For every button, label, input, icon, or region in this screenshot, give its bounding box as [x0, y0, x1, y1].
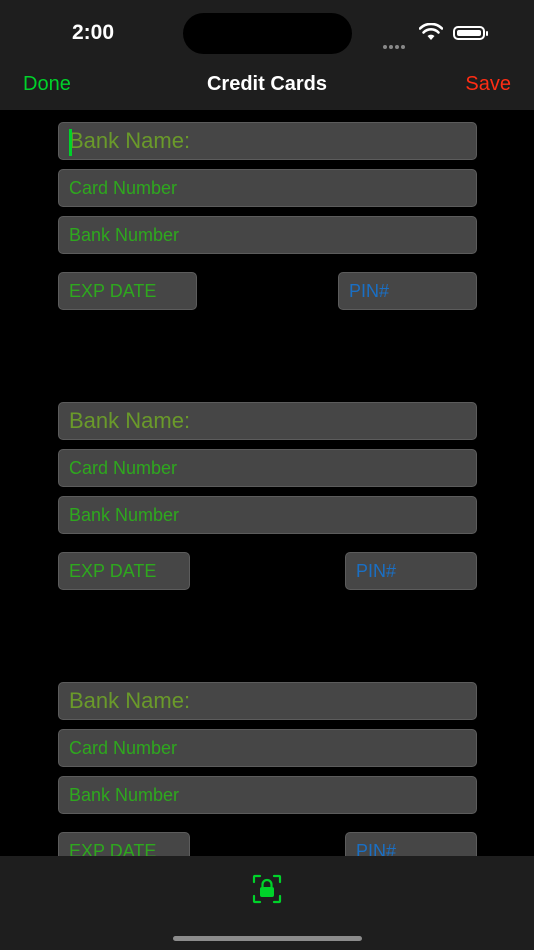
- exp-date-field[interactable]: EXP DATE: [58, 552, 190, 590]
- cellular-signal-icon: [383, 36, 407, 54]
- pin-field[interactable]: PIN#: [345, 832, 477, 856]
- bank-name-field[interactable]: Bank Name:: [58, 402, 477, 440]
- bank-name-placeholder: Bank Name:: [69, 408, 191, 433]
- bank-name-field[interactable]: Bank Name:: [58, 122, 477, 160]
- battery-icon: [453, 26, 488, 40]
- lock-icon[interactable]: [252, 874, 282, 904]
- exp-date-field[interactable]: EXP DATE: [58, 832, 190, 856]
- card-number-placeholder: Card Number: [69, 737, 178, 758]
- status-time: 2:00: [72, 21, 115, 44]
- cards-scroll-view[interactable]: Bank Name: Card Number Bank Number EXP D…: [0, 110, 534, 856]
- bank-name-field[interactable]: Bank Name:: [58, 682, 477, 720]
- save-button[interactable]: Save: [465, 73, 511, 96]
- pin-field[interactable]: PIN#: [338, 272, 477, 310]
- credit-card-entry: Bank Name: Card Number Bank Number EXP D…: [58, 682, 477, 856]
- dynamic-island: [183, 13, 352, 54]
- status-bar: 2:00: [0, 0, 534, 60]
- bank-number-placeholder: Bank Number: [69, 504, 180, 525]
- card-number-placeholder: Card Number: [69, 177, 178, 198]
- exp-date-placeholder: EXP DATE: [69, 560, 157, 581]
- card-number-field[interactable]: Card Number: [58, 169, 477, 207]
- bank-number-field[interactable]: Bank Number: [58, 216, 477, 254]
- bank-name-placeholder: Bank Name:: [69, 688, 191, 713]
- exp-date-field[interactable]: EXP DATE: [58, 272, 197, 310]
- bank-name-placeholder: Bank Name:: [69, 128, 191, 153]
- pin-placeholder: PIN#: [356, 560, 397, 581]
- pin-placeholder: PIN#: [356, 840, 397, 857]
- credit-card-entry: Bank Name: Card Number Bank Number EXP D…: [58, 402, 477, 642]
- card-number-field[interactable]: Card Number: [58, 449, 477, 487]
- card-number-field[interactable]: Card Number: [58, 729, 477, 767]
- credit-card-entry: Bank Name: Card Number Bank Number EXP D…: [58, 122, 477, 362]
- navigation-bar: Done Credit Cards Save: [0, 60, 534, 110]
- wifi-icon: [419, 23, 443, 40]
- pin-placeholder: PIN#: [349, 280, 390, 301]
- exp-date-placeholder: EXP DATE: [69, 280, 157, 301]
- home-indicator: [173, 936, 362, 941]
- bank-number-placeholder: Bank Number: [69, 784, 180, 805]
- pin-field[interactable]: PIN#: [345, 552, 477, 590]
- text-cursor: [69, 129, 72, 156]
- bank-number-placeholder: Bank Number: [69, 224, 180, 245]
- bank-number-field[interactable]: Bank Number: [58, 496, 477, 534]
- card-number-placeholder: Card Number: [69, 457, 178, 478]
- exp-date-placeholder: EXP DATE: [69, 840, 157, 857]
- bank-number-field[interactable]: Bank Number: [58, 776, 477, 814]
- page-title: Credit Cards: [206, 73, 328, 95]
